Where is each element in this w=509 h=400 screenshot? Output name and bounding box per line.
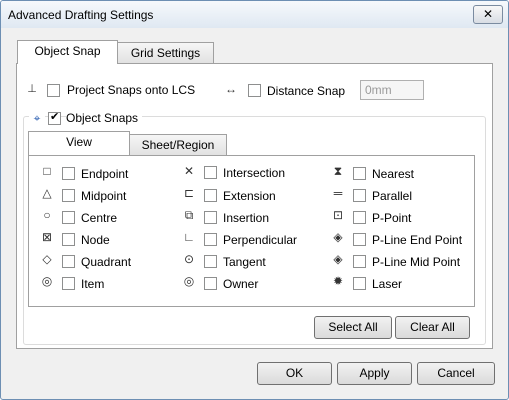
nearest-label: Nearest bbox=[372, 167, 415, 181]
quadrant-checkbox[interactable] bbox=[62, 255, 75, 268]
endpoint-icon: □ bbox=[43, 164, 51, 178]
item-checkbox[interactable] bbox=[62, 277, 75, 290]
dialog-window: Advanced Drafting Settings ✕ Object Snap… bbox=[0, 0, 509, 400]
distance-snap-checkbox[interactable] bbox=[248, 84, 261, 97]
laser-checkbox[interactable] bbox=[353, 277, 366, 290]
p-line-mid-point-icon: ◈ bbox=[333, 252, 343, 266]
tab-grid-settings-label: Grid Settings bbox=[130, 46, 201, 60]
tab-view-label: View bbox=[66, 135, 92, 149]
p-line-end-point-icon: ◈ bbox=[333, 230, 343, 244]
centre-label: Centre bbox=[81, 211, 118, 225]
nearest-icon: ⧗ bbox=[333, 164, 343, 178]
close-button[interactable]: ✕ bbox=[473, 5, 503, 24]
p-line-mid-point-label: P-Line Mid Point bbox=[372, 255, 461, 269]
ok-button[interactable]: OK bbox=[257, 362, 332, 385]
owner-icon: ◎ bbox=[183, 274, 195, 288]
owner-checkbox[interactable] bbox=[204, 277, 217, 290]
p-line-mid-point-checkbox[interactable] bbox=[353, 255, 366, 268]
distance-snap-icon: ↔ bbox=[225, 82, 237, 96]
title-bar[interactable]: Advanced Drafting Settings ✕ bbox=[1, 1, 508, 28]
extension-icon: ⊏ bbox=[183, 186, 195, 200]
insertion-label: Insertion bbox=[223, 211, 270, 225]
distance-snap-label: Distance Snap bbox=[267, 84, 346, 98]
p-point-icon: ⊡ bbox=[332, 208, 344, 222]
tab-sheet-region-label: Sheet/Region bbox=[141, 138, 215, 152]
extension-checkbox[interactable] bbox=[204, 189, 217, 202]
distance-snap-input[interactable]: 0mm bbox=[360, 80, 424, 100]
perpendicular-checkbox[interactable] bbox=[204, 233, 217, 246]
object-snap-panel: ⊥ Project Snaps onto LCS ↔ Distance Snap… bbox=[16, 63, 493, 349]
intersection-label: Intersection bbox=[223, 166, 286, 180]
quadrant-label: Quadrant bbox=[81, 255, 132, 269]
midpoint-checkbox[interactable] bbox=[62, 189, 75, 202]
tab-grid-settings[interactable]: Grid Settings bbox=[117, 42, 214, 63]
parallel-icon: ═ bbox=[333, 186, 343, 200]
dialog-title: Advanced Drafting Settings bbox=[8, 8, 154, 22]
object-snaps-label: Object Snaps bbox=[66, 111, 143, 125]
parallel-checkbox[interactable] bbox=[353, 189, 366, 202]
snap-options-panel: □ Endpoint △ Midpoint ○ Centre ⊠ Node ◇ … bbox=[28, 155, 475, 307]
extension-label: Extension bbox=[223, 189, 276, 203]
tab-sheet-region[interactable]: Sheet/Region bbox=[129, 134, 227, 155]
project-snaps-checkbox[interactable] bbox=[47, 84, 60, 97]
p-line-end-point-checkbox[interactable] bbox=[353, 233, 366, 246]
clear-all-button[interactable]: Clear All bbox=[395, 316, 470, 339]
insertion-checkbox[interactable] bbox=[204, 211, 217, 224]
centre-checkbox[interactable] bbox=[62, 211, 75, 224]
tangent-icon: ⊙ bbox=[183, 252, 195, 266]
parallel-label: Parallel bbox=[372, 189, 413, 203]
midpoint-label: Midpoint bbox=[81, 189, 127, 203]
midpoint-icon: △ bbox=[42, 186, 52, 200]
laser-label: Laser bbox=[372, 277, 403, 291]
object-snap-crosshair-icon: ⌖ bbox=[29, 110, 45, 126]
node-checkbox[interactable] bbox=[62, 233, 75, 246]
intersection-checkbox[interactable] bbox=[204, 166, 217, 179]
centre-icon: ○ bbox=[43, 208, 51, 222]
perpendicular-label: Perpendicular bbox=[223, 233, 298, 247]
dialog-body: Object Snap Grid Settings ⊥ Project Snap… bbox=[7, 28, 502, 393]
item-icon: ◎ bbox=[41, 274, 53, 288]
lcs-axis-icon: ⊥ bbox=[27, 83, 37, 95]
item-label: Item bbox=[81, 277, 105, 291]
project-snaps-label: Project Snaps onto LCS bbox=[67, 83, 196, 97]
apply-button[interactable]: Apply bbox=[337, 362, 412, 385]
object-snaps-checkbox[interactable] bbox=[48, 110, 61, 125]
p-line-end-point-label: P-Line End Point bbox=[372, 233, 463, 247]
quadrant-icon: ◇ bbox=[42, 252, 52, 266]
tangent-checkbox[interactable] bbox=[204, 255, 217, 268]
intersection-icon: ✕ bbox=[183, 164, 195, 178]
tab-view[interactable]: View bbox=[28, 131, 130, 155]
tab-object-snap[interactable]: Object Snap bbox=[17, 40, 118, 64]
nearest-checkbox[interactable] bbox=[353, 167, 366, 180]
endpoint-label: Endpoint bbox=[81, 167, 129, 181]
perpendicular-icon: ∟ bbox=[183, 230, 195, 244]
endpoint-checkbox[interactable] bbox=[62, 167, 75, 180]
p-point-checkbox[interactable] bbox=[353, 211, 366, 224]
tab-object-snap-label: Object Snap bbox=[34, 44, 101, 58]
p-point-label: P-Point bbox=[372, 211, 412, 225]
select-all-button[interactable]: Select All bbox=[314, 316, 392, 339]
cancel-button[interactable]: Cancel bbox=[417, 362, 495, 385]
insertion-icon: ⧉ bbox=[184, 208, 194, 222]
owner-label: Owner bbox=[223, 277, 259, 291]
node-icon: ⊠ bbox=[41, 230, 53, 244]
tangent-label: Tangent bbox=[223, 255, 266, 269]
node-label: Node bbox=[81, 233, 110, 247]
laser-icon: ✹ bbox=[332, 274, 344, 288]
